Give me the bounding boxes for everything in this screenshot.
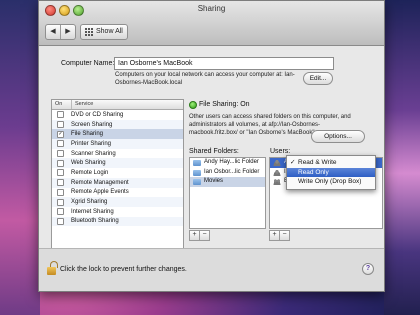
service-checkbox[interactable] xyxy=(57,169,64,177)
help-button[interactable]: ? xyxy=(362,263,374,275)
service-row[interactable]: Remote Apple Events xyxy=(52,188,183,198)
service-label: Remote Login xyxy=(71,169,109,176)
lock-icon[interactable] xyxy=(47,261,58,275)
title-bar: Sharing ◀ ▶ Show All xyxy=(39,1,384,46)
desktop-wallpaper-left xyxy=(0,0,40,315)
computer-name-field[interactable]: Ian Osborne's MacBook xyxy=(114,57,334,70)
user-add-remove: + − xyxy=(269,230,290,241)
service-row[interactable]: Remote Management xyxy=(52,177,183,188)
service-checkbox[interactable]: ✓ xyxy=(57,130,64,138)
permission-option[interactable]: Read Only xyxy=(287,167,375,177)
permission-option-label: Write Only (Drop Box) xyxy=(298,178,362,185)
shared-folders-label: Shared Folders: xyxy=(189,148,239,155)
service-label: Remote Apple Events xyxy=(71,189,129,196)
on-column-header[interactable]: On xyxy=(52,100,72,109)
folder-add-remove: + − xyxy=(189,230,210,241)
footer-bar: Click the lock to prevent further change… xyxy=(39,248,384,291)
checkmark-icon: ✓ xyxy=(290,159,296,166)
service-label: Printer Sharing xyxy=(71,140,112,147)
folder-icon xyxy=(193,179,201,185)
service-label: Remote Management xyxy=(71,179,129,186)
toolbar: ◀ ▶ Show All xyxy=(45,24,128,40)
desktop-wallpaper-right xyxy=(384,0,420,315)
permissions-menu: ✓ Read & Write Read Only Write Only (Drop B… xyxy=(286,155,376,190)
service-row[interactable]: ✓ File Sharing xyxy=(52,129,183,140)
add-folder-button[interactable]: + xyxy=(189,230,200,241)
service-checkbox[interactable] xyxy=(57,217,64,225)
service-label: Internet Sharing xyxy=(71,208,114,215)
service-label: Screen Sharing xyxy=(71,121,113,128)
service-checkbox[interactable] xyxy=(57,188,64,196)
service-row[interactable]: DVD or CD Sharing xyxy=(52,110,183,120)
sharing-window: Sharing ◀ ▶ Show All Computer Name: Ian … xyxy=(38,0,385,292)
shared-folder-label: Andy Hay...lic Folder xyxy=(204,159,259,165)
status-title: File Sharing: On xyxy=(199,101,250,108)
service-row[interactable]: Printer Sharing xyxy=(52,139,183,149)
folder-icon xyxy=(193,160,201,166)
service-row[interactable]: Internet Sharing xyxy=(52,207,183,217)
service-checkbox[interactable] xyxy=(57,140,64,148)
shared-folder-row[interactable]: Andy Hay...lic Folder xyxy=(190,158,265,168)
permission-option-label: Read & Write xyxy=(298,159,337,166)
service-list-header: On Service xyxy=(52,100,183,110)
shared-folder-row[interactable]: Movies xyxy=(190,177,265,187)
service-checkbox[interactable] xyxy=(57,159,64,167)
service-label: Xgrid Sharing xyxy=(71,199,108,206)
remove-user-button[interactable]: − xyxy=(280,230,290,241)
service-checkbox[interactable] xyxy=(57,179,64,187)
service-checkbox[interactable] xyxy=(57,198,64,206)
service-column-header[interactable]: Service xyxy=(72,100,93,109)
show-all-button[interactable]: Show All xyxy=(80,24,128,40)
computer-name-label: Computer Name: xyxy=(61,60,115,67)
shared-folder-row[interactable]: Ian Osbor...lic Folder xyxy=(190,168,265,178)
service-label: File Sharing xyxy=(71,131,104,138)
service-label: DVD or CD Sharing xyxy=(71,111,124,118)
window-title: Sharing xyxy=(197,4,226,13)
lock-text: Click the lock to prevent further change… xyxy=(60,266,187,273)
permission-option[interactable]: ✓ Read & Write xyxy=(287,158,375,168)
service-row[interactable]: Web Sharing xyxy=(52,158,183,169)
options-button[interactable]: Options... xyxy=(311,130,365,143)
show-all-label: Show All xyxy=(96,28,123,35)
users-label: Users: xyxy=(270,148,291,155)
service-checkbox[interactable] xyxy=(57,208,64,216)
service-label: Scanner Sharing xyxy=(71,150,116,157)
service-checkbox[interactable] xyxy=(57,150,64,158)
user-icon xyxy=(273,169,281,176)
service-row[interactable]: Remote Login xyxy=(52,168,183,178)
grid-icon xyxy=(85,28,93,36)
user-icon xyxy=(273,160,281,166)
service-row[interactable]: Xgrid Sharing xyxy=(52,197,183,207)
service-checkbox[interactable] xyxy=(57,111,64,119)
folder-icon xyxy=(193,169,201,176)
service-row[interactable]: Scanner Sharing xyxy=(52,149,183,159)
back-button[interactable]: ◀ xyxy=(46,25,60,39)
edit-button[interactable]: Edit... xyxy=(303,72,333,85)
back-forward-control: ◀ ▶ xyxy=(45,24,76,40)
status-indicator-icon xyxy=(189,101,197,109)
forward-button[interactable]: ▶ xyxy=(60,25,75,39)
shared-folders-list: Andy Hay...lic Folder Ian Osbor...lic Fol… xyxy=(189,157,266,229)
remove-folder-button[interactable]: − xyxy=(200,230,210,241)
service-checkbox[interactable] xyxy=(57,121,64,129)
service-label: Web Sharing xyxy=(71,160,106,167)
add-user-button[interactable]: + xyxy=(269,230,280,241)
shared-folder-label: Ian Osbor...lic Folder xyxy=(204,168,260,175)
service-label: Bluetooth Sharing xyxy=(71,218,119,225)
permission-option-label: Read Only xyxy=(298,168,329,176)
service-row[interactable]: Bluetooth Sharing xyxy=(52,216,183,227)
computer-address-note: Computers on your local network can acce… xyxy=(115,72,295,86)
group-icon xyxy=(273,179,281,185)
permission-option[interactable]: Write Only (Drop Box) xyxy=(287,177,375,187)
shared-folder-label: Movies xyxy=(204,178,224,184)
service-row[interactable]: Screen Sharing xyxy=(52,119,183,130)
